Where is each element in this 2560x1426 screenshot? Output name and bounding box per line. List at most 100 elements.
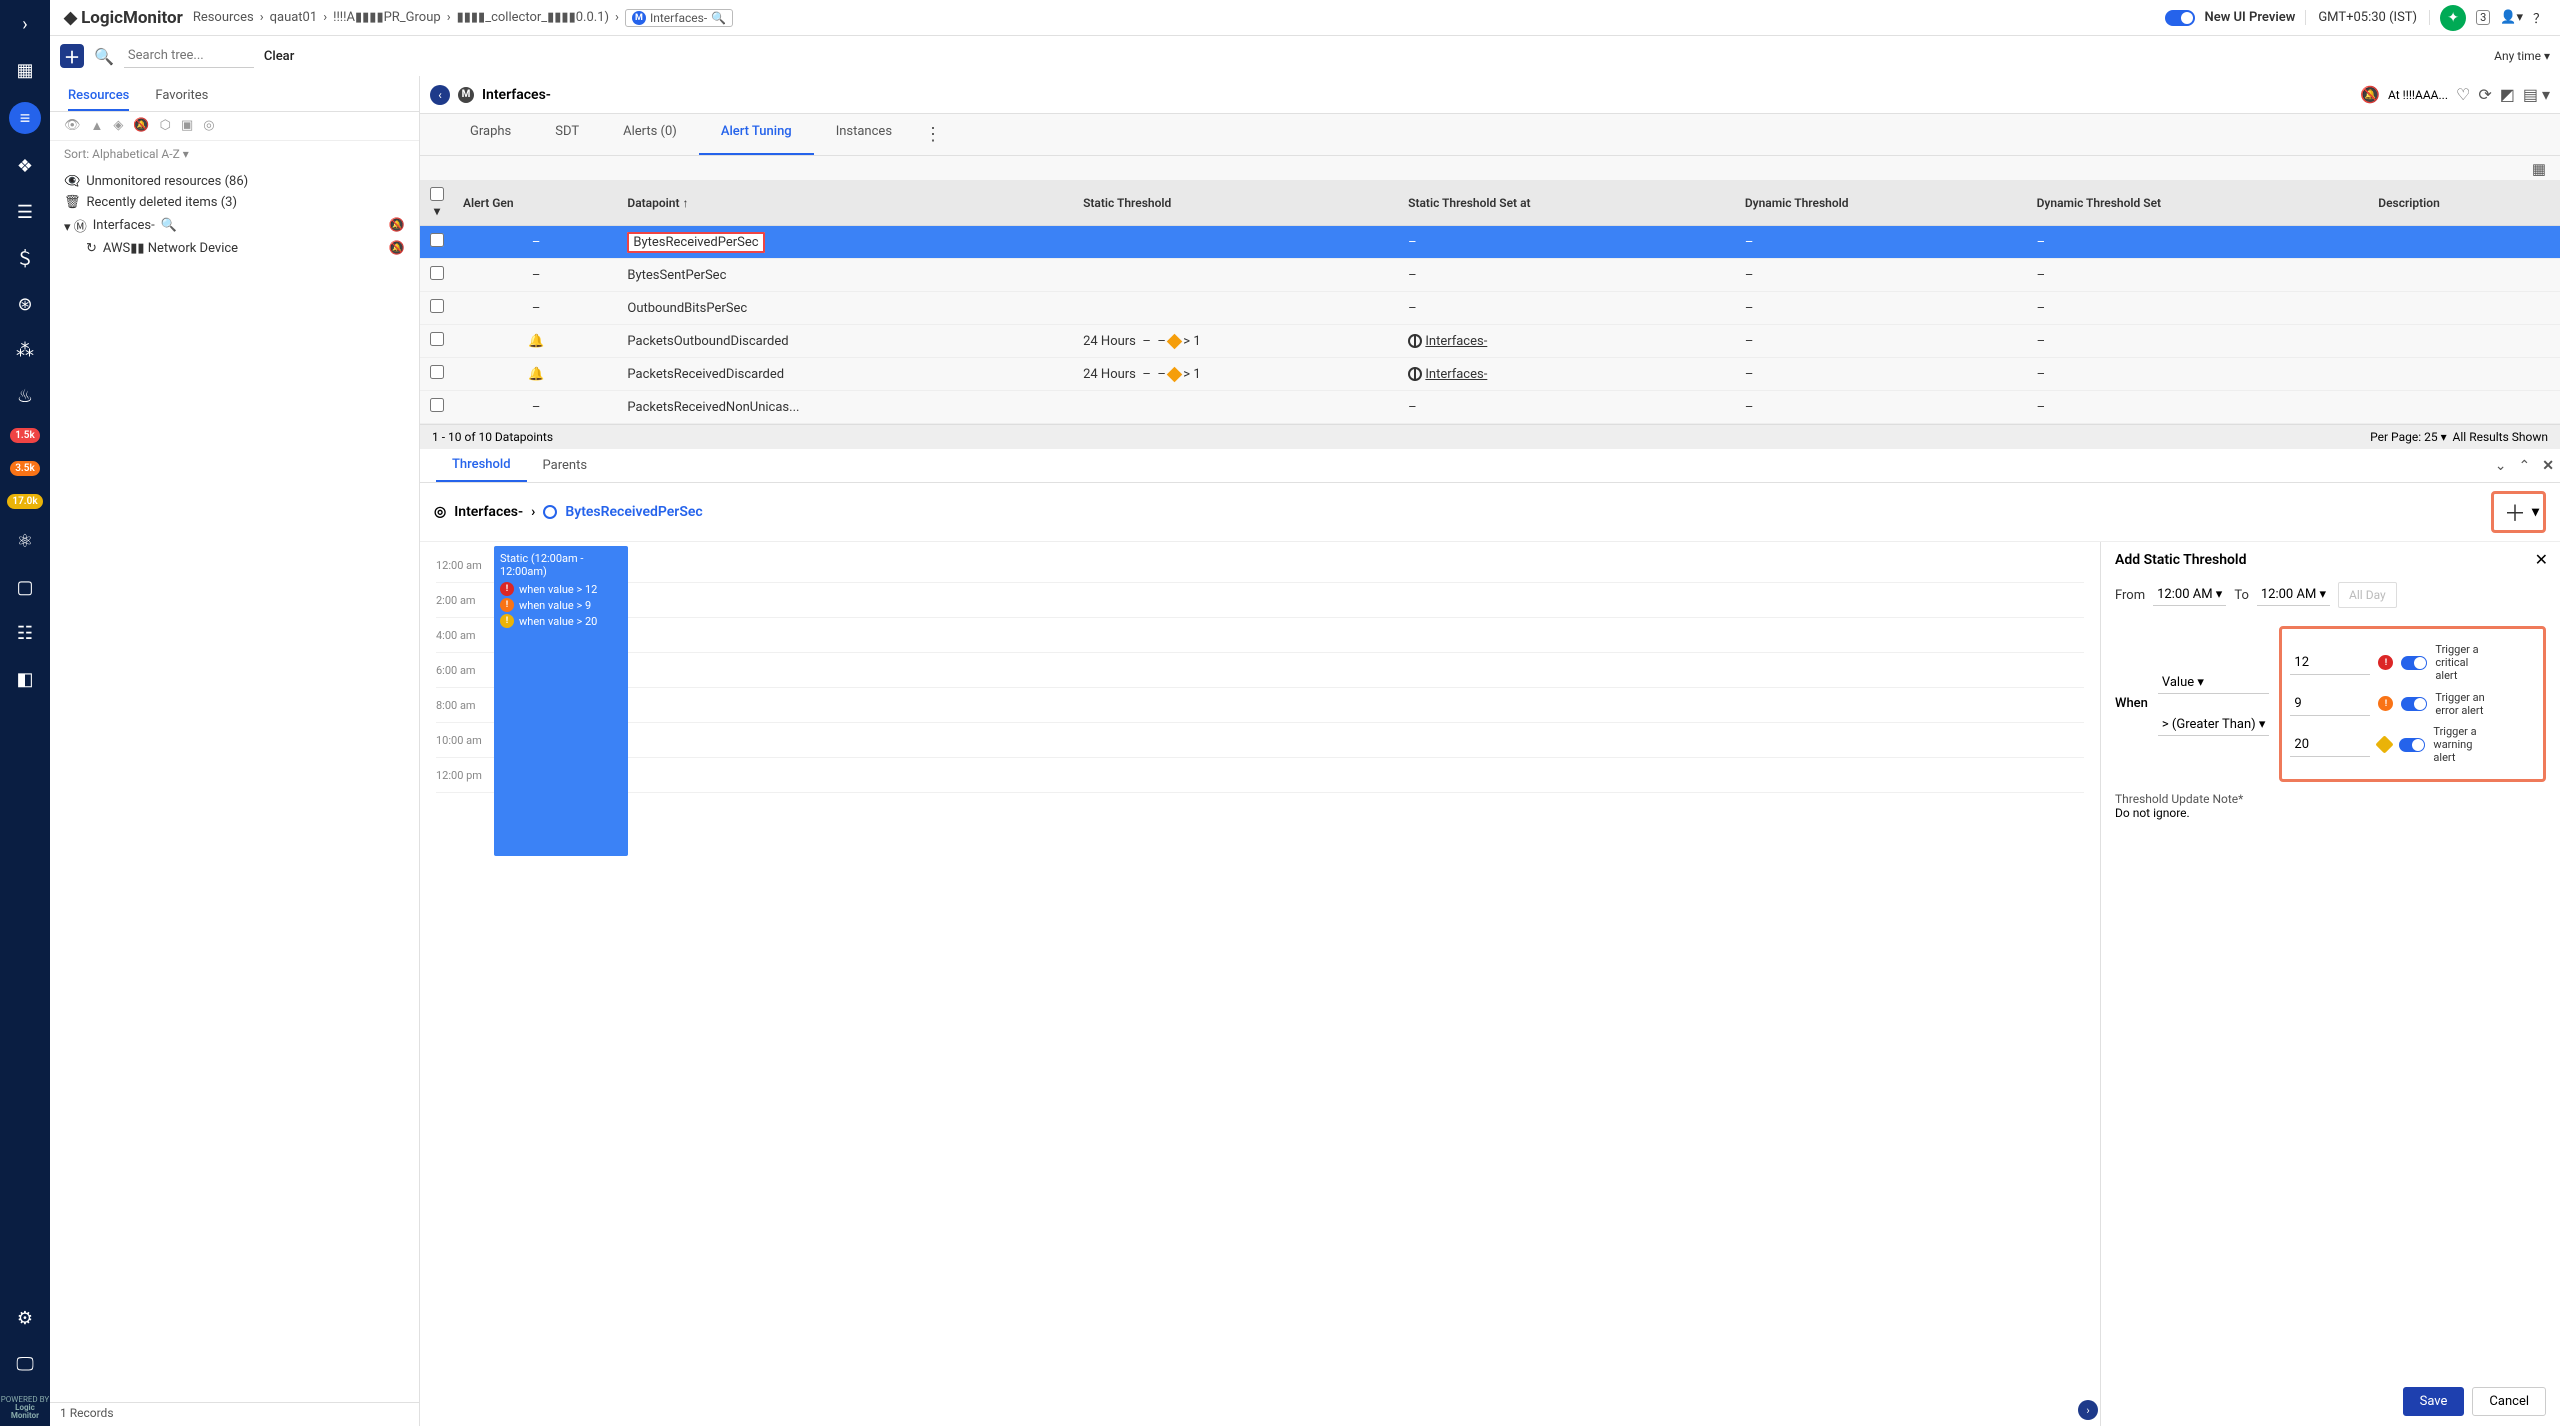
trigger-toggle[interactable] bbox=[2399, 738, 2425, 752]
crumb-c[interactable]: ▮▮▮▮_collector_▮▮▮▮0.0.1) bbox=[457, 10, 609, 25]
tab-alerts[interactable]: Alerts (0) bbox=[601, 114, 699, 155]
view-icon[interactable]: ▤ ▾ bbox=[2523, 85, 2550, 104]
add-button[interactable]: ＋ bbox=[60, 44, 84, 68]
tree-node-interfaces[interactable]: ▾ Ⓜ Interfaces- 🔍🔕 bbox=[64, 213, 405, 238]
more-icon[interactable]: ⋮ bbox=[914, 114, 952, 155]
settings-icon[interactable]: ⚙ bbox=[11, 1304, 39, 1332]
static-threshold-box[interactable]: Static (12:00am - 12:00am) !when value >… bbox=[494, 546, 628, 856]
from-time[interactable]: 12:00 AM ▾ bbox=[2153, 584, 2226, 606]
save-button[interactable]: Save bbox=[2403, 1387, 2465, 1416]
hex-icon[interactable]: ⬡ bbox=[160, 118, 171, 134]
trigger-value-input[interactable] bbox=[2290, 733, 2370, 757]
crumb-a[interactable]: qauat01 bbox=[270, 10, 318, 25]
badge-error[interactable]: 3.5k bbox=[10, 461, 40, 476]
mute-icon[interactable]: 🔕 bbox=[389, 241, 405, 256]
col-desc[interactable]: Description bbox=[2369, 180, 2560, 226]
circle-icon[interactable]: ◎ bbox=[203, 118, 214, 134]
tab-alert-tuning[interactable]: Alert Tuning bbox=[699, 114, 814, 155]
list-icon[interactable]: ☰ bbox=[11, 198, 39, 226]
table-row[interactable]: – BytesReceivedPerSec – –– bbox=[420, 226, 2560, 259]
puzzle-icon[interactable]: ◩ bbox=[2500, 85, 2515, 104]
badge-warning[interactable]: 17.0k bbox=[7, 494, 42, 509]
bell-off-icon[interactable]: 🔕 bbox=[2360, 85, 2380, 104]
setat-link[interactable]: Interfaces- bbox=[1425, 334, 1487, 349]
mute-icon[interactable]: 🔕 bbox=[133, 118, 149, 134]
search-input[interactable] bbox=[124, 44, 254, 68]
row-checkbox[interactable] bbox=[430, 299, 444, 313]
col-static[interactable]: Static Threshold bbox=[1074, 180, 1399, 226]
table-row[interactable]: 🔔 PacketsReceivedDiscarded 24 Hours – – … bbox=[420, 358, 2560, 391]
col-dynamic[interactable]: Dynamic Threshold bbox=[1736, 180, 2028, 226]
table-row[interactable]: – BytesSentPerSec – –– bbox=[420, 259, 2560, 292]
messages-badge[interactable]: 3 bbox=[2476, 10, 2490, 25]
tab-sdt[interactable]: SDT bbox=[533, 114, 601, 155]
trigger-value-input[interactable] bbox=[2290, 692, 2370, 716]
crumb-root[interactable]: Resources bbox=[193, 10, 254, 25]
tab-resources[interactable]: Resources bbox=[68, 82, 129, 111]
heart-icon[interactable]: ♡ bbox=[2456, 85, 2470, 104]
row-checkbox[interactable] bbox=[430, 332, 444, 346]
col-staticset[interactable]: Static Threshold Set at bbox=[1399, 180, 1736, 226]
note-value[interactable]: Do not ignore. bbox=[2115, 806, 2546, 820]
col-datapoint[interactable]: Datapoint ↑ bbox=[618, 180, 1074, 226]
tab-favorites[interactable]: Favorites bbox=[155, 82, 208, 111]
brand-logo[interactable]: ◆ LogicMonitor bbox=[64, 8, 183, 28]
row-checkbox[interactable] bbox=[430, 266, 444, 280]
clipboard-icon[interactable]: ▢ bbox=[11, 573, 39, 601]
col-dynset[interactable]: Dynamic Threshold Set bbox=[2028, 180, 2370, 226]
all-day-button[interactable]: All Day bbox=[2338, 582, 2397, 608]
refresh-icon[interactable]: ⟳ bbox=[2478, 85, 2491, 104]
tab-parents[interactable]: Parents bbox=[527, 450, 604, 481]
add-threshold-button[interactable]: ＋ bbox=[2498, 496, 2532, 528]
sort-row[interactable]: Sort: Alphabetical A-Z ▾ bbox=[50, 141, 419, 167]
help-icon[interactable]: ？ bbox=[2533, 8, 2546, 27]
plugin-icon[interactable]: ◧ bbox=[11, 665, 39, 693]
fire-icon[interactable]: ♨ bbox=[11, 382, 39, 410]
warning-icon[interactable]: ▲ bbox=[91, 118, 104, 134]
recent-deleted-row[interactable]: 🗑 Recently deleted items (3) bbox=[64, 192, 405, 213]
grid-layout-icon[interactable]: ▦ bbox=[2532, 160, 2546, 178]
when-op-select[interactable]: > (Greater Than) ▾ bbox=[2158, 714, 2270, 736]
crumb-b[interactable]: !!!!A▮▮▮▮PR_Group bbox=[333, 10, 441, 25]
table-row[interactable]: – OutboundBitsPerSec – –– bbox=[420, 292, 2560, 325]
compass-icon[interactable]: ✦ bbox=[2440, 5, 2466, 31]
crumb2-b[interactable]: BytesReceivedPerSec bbox=[565, 504, 702, 520]
dashboard-icon[interactable]: ▦ bbox=[11, 56, 39, 84]
table-row[interactable]: 🔔 PacketsOutboundDiscarded 24 Hours – – … bbox=[420, 325, 2560, 358]
trigger-toggle[interactable] bbox=[2401, 697, 2427, 711]
collapse-up-icon[interactable]: ⌃ bbox=[2513, 458, 2537, 474]
clear-button[interactable]: Clear bbox=[264, 49, 294, 64]
close-form-icon[interactable]: ✕ bbox=[2535, 550, 2548, 569]
expand-icon[interactable]: › bbox=[11, 10, 39, 38]
crumb-chip[interactable]: MInterfaces- 🔍 bbox=[625, 9, 733, 27]
badge-critical[interactable]: 1.5k bbox=[10, 428, 40, 443]
col-alertgen[interactable]: Alert Gen bbox=[454, 180, 618, 226]
tab-instances[interactable]: Instances bbox=[814, 114, 914, 155]
tab-graphs[interactable]: Graphs bbox=[448, 114, 533, 155]
when-value-select[interactable]: Value ▾ bbox=[2158, 672, 2270, 694]
per-page[interactable]: Per Page: 25 ▾ bbox=[2370, 430, 2446, 444]
timezone[interactable]: GMT+05:30 (IST) bbox=[2305, 10, 2430, 25]
tree-node-aws[interactable]: ↻ AWS▮▮ Network Device🔕 bbox=[64, 238, 405, 259]
diamond-icon[interactable]: ◈ bbox=[113, 118, 123, 134]
close-icon[interactable]: ✕ bbox=[2536, 458, 2560, 474]
filter-icon[interactable]: ☷ bbox=[11, 619, 39, 647]
to-time[interactable]: 12:00 AM ▾ bbox=[2257, 584, 2330, 606]
branch-icon[interactable]: ⁂ bbox=[11, 336, 39, 364]
cancel-button[interactable]: Cancel bbox=[2472, 1387, 2546, 1416]
collapse-down-icon[interactable]: ⌄ bbox=[2489, 458, 2513, 474]
globe-icon[interactable]: ⊛ bbox=[11, 290, 39, 318]
add-dropdown[interactable]: ▾ bbox=[2532, 504, 2539, 520]
tab-threshold[interactable]: Threshold bbox=[436, 449, 527, 482]
select-all-checkbox[interactable] bbox=[430, 187, 444, 201]
atom-icon[interactable]: ⚛ bbox=[11, 527, 39, 555]
time-range[interactable]: Any time ▾ bbox=[2494, 49, 2550, 63]
trigger-toggle[interactable] bbox=[2401, 656, 2427, 670]
layers-icon[interactable]: ❖ bbox=[11, 152, 39, 180]
next-button[interactable]: › bbox=[2078, 1400, 2098, 1420]
back-button[interactable]: ‹ bbox=[430, 85, 450, 105]
row-checkbox[interactable] bbox=[430, 233, 444, 247]
eye-icon[interactable]: 👁 bbox=[64, 118, 81, 134]
user-icon[interactable]: 👤▾ bbox=[2500, 10, 2523, 25]
mute-icon[interactable]: 🔕 bbox=[389, 218, 405, 233]
